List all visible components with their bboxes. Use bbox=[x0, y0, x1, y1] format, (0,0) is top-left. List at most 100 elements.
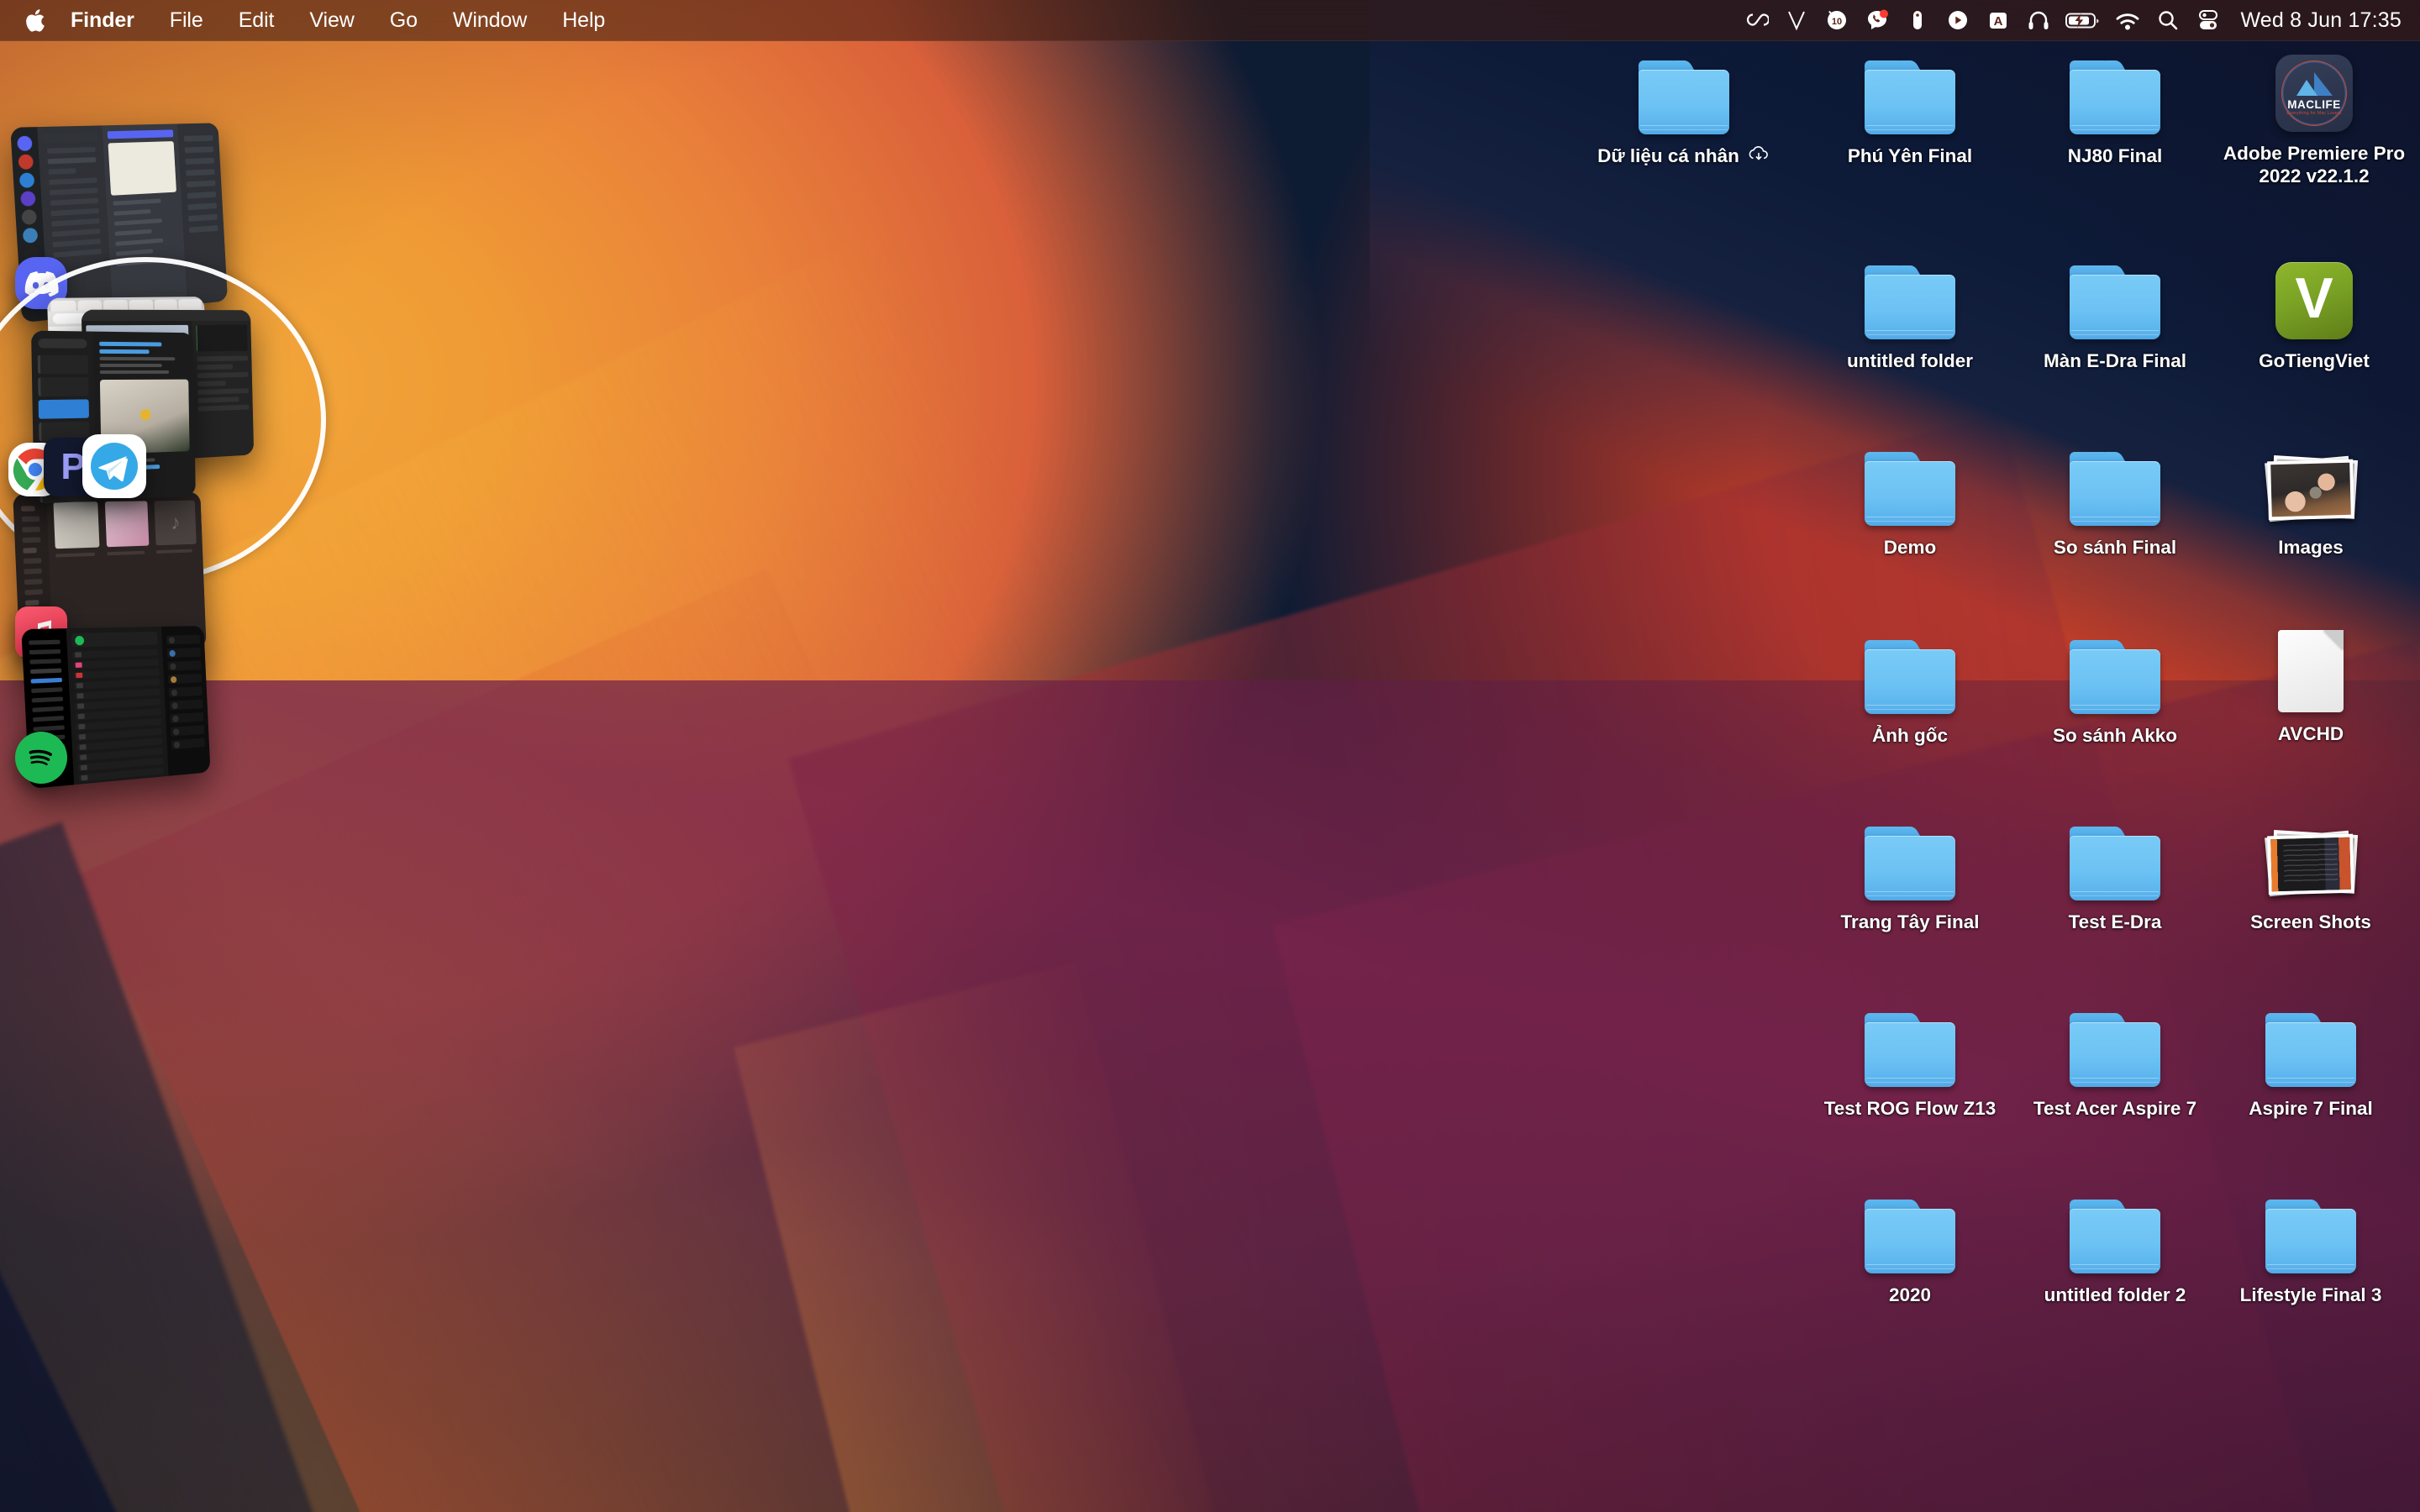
desktop-icon-label: AVCHD bbox=[2277, 723, 2344, 744]
document-icon bbox=[2260, 622, 2361, 712]
gotiengviet-letter: V bbox=[2275, 262, 2353, 339]
folder-icon bbox=[1860, 252, 1960, 339]
desktop-icon-untitled-folder-2[interactable]: untitled folder 2 bbox=[2009, 1186, 2221, 1306]
desktop-icon-images[interactable]: Images bbox=[2205, 438, 2417, 559]
battery-charging-icon[interactable] bbox=[2059, 0, 2107, 41]
folder-icon bbox=[1860, 438, 1960, 526]
desktop-icon-anh-goc[interactable]: Ảnh gốc bbox=[1804, 627, 2016, 747]
svg-text:10: 10 bbox=[1832, 17, 1842, 27]
desktop-icon-label: Test E-Dra bbox=[2068, 911, 2162, 932]
timer-10-icon[interactable]: 10 bbox=[1817, 0, 1857, 41]
menu-bar-status-area: 10 A Wed 8 Jun 17:35 bbox=[1736, 0, 2420, 40]
desktop-icon-label: Trang Tây Final bbox=[1840, 911, 1980, 932]
folder-icon bbox=[2065, 813, 2165, 900]
mountain-icon bbox=[2295, 71, 2333, 101]
album-art bbox=[53, 501, 100, 549]
folder-icon bbox=[2065, 627, 2165, 714]
folder-icon bbox=[2065, 1000, 2165, 1087]
menu-bar: Finder File Edit View Go Window Help 10 bbox=[0, 0, 2420, 41]
desktop-icon-label: Test Acer Aspire 7 bbox=[2033, 1098, 2197, 1119]
gotiengviet-v-icon[interactable] bbox=[1776, 0, 1817, 41]
desktop-icon-label: 2020 bbox=[1888, 1284, 1932, 1305]
label-text: Dữ liệu cá nhân bbox=[1597, 145, 1739, 166]
album-art bbox=[104, 501, 150, 548]
folder-icon bbox=[1860, 1000, 1960, 1087]
photo-stack-icon bbox=[2260, 438, 2361, 526]
desktop-icon-so-sanh-final[interactable]: So sánh Final bbox=[2009, 438, 2221, 559]
desktop-icon-test-e-dra[interactable]: Test E-Dra bbox=[2009, 813, 2221, 933]
wifi-icon[interactable] bbox=[2107, 0, 2148, 41]
desktop-icon-2020[interactable]: 2020 bbox=[1804, 1186, 2016, 1306]
photo-stack-icon bbox=[2260, 813, 2361, 900]
menu-item-finder[interactable]: Finder bbox=[71, 0, 152, 41]
desktop-icon-nj80-final[interactable]: NJ80 Final bbox=[2009, 47, 2221, 167]
spotify-friend-activity bbox=[160, 625, 211, 776]
desktop-icon-label: GoTiengViet bbox=[2259, 350, 2370, 371]
menu-item-window[interactable]: Window bbox=[435, 0, 544, 41]
desktop-icon-label: Screen Shots bbox=[2250, 911, 2371, 932]
desktop-icon-test-rog-flow-z13[interactable]: Test ROG Flow Z13 bbox=[1804, 1000, 2016, 1120]
desktop-icon-man-e-dra-final[interactable]: Màn E-Dra Final bbox=[2009, 252, 2221, 372]
maclife-app-icon: MACLIFE Everything for Mac Lovers bbox=[2264, 38, 2365, 132]
svg-text:A: A bbox=[1994, 14, 2003, 29]
desktop-icon-label: untitled folder 2 bbox=[2044, 1284, 2186, 1305]
menu-item-file[interactable]: File bbox=[152, 0, 221, 41]
desktop-icon-label: Demo bbox=[1883, 537, 1937, 558]
album-art: ♪ bbox=[154, 500, 197, 546]
menu-item-view[interactable]: View bbox=[292, 0, 371, 41]
desktop-icon-phu-yen-final[interactable]: Phú Yên Final bbox=[1804, 47, 2016, 167]
desktop-icon-screen-shots[interactable]: Screen Shots bbox=[2205, 813, 2417, 933]
desktop-icon-test-acer-aspire-7[interactable]: Test Acer Aspire 7 bbox=[2009, 1000, 2221, 1120]
premiere-panel bbox=[192, 320, 255, 459]
folder-icon bbox=[2065, 252, 2165, 339]
discord-chat-area bbox=[102, 123, 188, 313]
desktop-icon-label: Phú Yên Final bbox=[1847, 145, 1973, 166]
mouse-battery-icon[interactable] bbox=[1897, 0, 1938, 41]
desktop-icon-trang-tay-final[interactable]: Trang Tây Final bbox=[1804, 813, 2016, 933]
messages-call-icon[interactable] bbox=[1857, 0, 1897, 41]
play-circle-icon[interactable] bbox=[1938, 0, 1978, 41]
desktop-icon-label: NJ80 Final bbox=[2067, 145, 2163, 166]
headphones-icon[interactable] bbox=[2018, 0, 2059, 41]
spotify-track-list bbox=[66, 626, 169, 785]
telegram-app-icon[interactable] bbox=[82, 434, 146, 498]
folder-icon bbox=[1860, 813, 1960, 900]
desktop-icon-gotiengviet[interactable]: V GoTiengViet bbox=[2201, 247, 2420, 372]
desktop-icon-label: Aspire 7 Final bbox=[2249, 1098, 2373, 1119]
menu-bar-left: Finder File Edit View Go Window Help bbox=[0, 0, 623, 40]
menu-bar-clock[interactable]: Wed 8 Jun 17:35 bbox=[2240, 8, 2402, 33]
desktop-icon-label: Lifestyle Final 3 bbox=[2239, 1284, 2382, 1305]
folder-icon bbox=[1860, 1186, 1960, 1273]
desktop-icon-du-lieu-ca-nhan[interactable]: Dữ liệu cá nhân bbox=[1578, 47, 1790, 167]
folder-icon bbox=[2065, 438, 2165, 526]
desktop-icon-demo[interactable]: Demo bbox=[1804, 438, 2016, 559]
folder-icon bbox=[2065, 1186, 2165, 1273]
desktop-icon-aspire-7-final[interactable]: Aspire 7 Final bbox=[2205, 1000, 2417, 1120]
desktop-icon-label: Test ROG Flow Z13 bbox=[1823, 1098, 1996, 1119]
maclife-tagline: Everything for Mac Lovers bbox=[2286, 111, 2342, 116]
creative-cloud-icon[interactable] bbox=[1736, 0, 1776, 41]
desktop-icon-label: Dữ liệu cá nhân bbox=[1597, 144, 1770, 167]
menu-item-help[interactable]: Help bbox=[544, 0, 623, 41]
apple-logo-icon[interactable] bbox=[23, 6, 48, 34]
folder-icon bbox=[1860, 627, 1960, 714]
desktop-icon-avchd[interactable]: AVCHD bbox=[2205, 622, 2417, 745]
control-center-icon[interactable] bbox=[2188, 0, 2228, 41]
maclife-title: MACLIFE bbox=[2287, 98, 2341, 111]
menu-item-edit[interactable]: Edit bbox=[221, 0, 292, 41]
desktop-icon-grid: Dữ liệu cá nhân Phú Yên Final NJ80 Final bbox=[1597, 42, 2420, 1504]
mission-control-window-groups: P ♪ bbox=[0, 41, 471, 1512]
spotify-app-icon[interactable] bbox=[15, 732, 67, 784]
desktop-icon-lifestyle-final-3[interactable]: Lifestyle Final 3 bbox=[2205, 1186, 2417, 1306]
folder-icon bbox=[1860, 47, 1960, 134]
desktop-icon-untitled-folder[interactable]: untitled folder bbox=[1804, 252, 2016, 372]
folder-icon bbox=[2065, 47, 2165, 134]
desktop-icon-adobe-premiere-pro[interactable]: MACLIFE Everything for Mac Lovers Adobe … bbox=[2201, 38, 2420, 188]
folder-icon bbox=[2260, 1000, 2361, 1087]
input-source-a-icon[interactable]: A bbox=[1978, 0, 2018, 41]
desktop-icon-so-sanh-akko[interactable]: So sánh Akko bbox=[2009, 627, 2221, 747]
desktop-icon-label: Images bbox=[2278, 537, 2344, 558]
menu-item-go[interactable]: Go bbox=[372, 0, 435, 41]
gotiengviet-app-icon: V bbox=[2264, 247, 2365, 339]
spotlight-search-icon[interactable] bbox=[2148, 0, 2188, 41]
